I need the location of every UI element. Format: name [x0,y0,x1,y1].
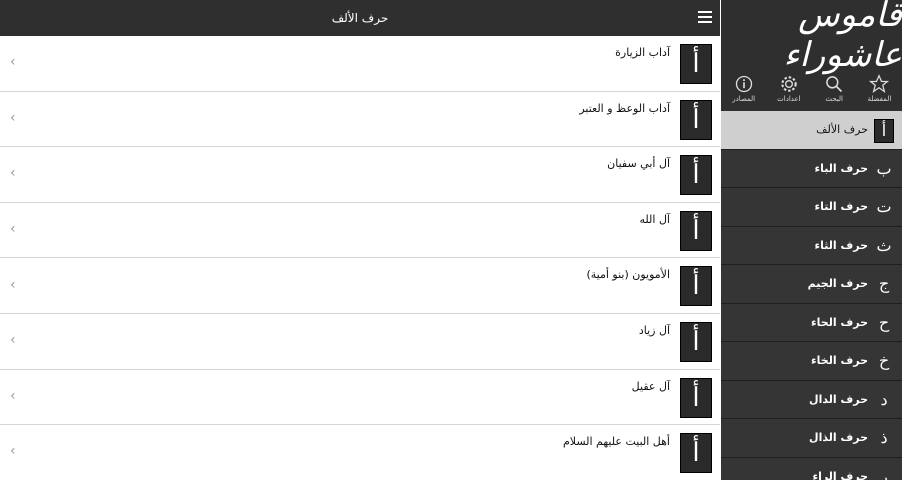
nav-label: حرف الجيم [807,277,868,290]
chevron-left-icon: ‹ [10,276,16,293]
chevron-left-icon: ‹ [10,165,16,182]
letter-tile: أ [680,321,712,362]
chevron-left-icon: ‹ [10,221,16,238]
nav-letter: ح [878,312,890,332]
search-button[interactable]: البحث [812,70,857,110]
chevron-left-icon: ‹ [10,109,16,126]
icon-toolbar: المفضلة البحث اعدادات المصادر [721,70,902,110]
list-item-label: آداب الوعظ و العتبر [579,101,670,115]
letter-tile: أ [680,433,712,474]
nav-label: حرف الذال [809,431,868,444]
search-icon [826,76,843,93]
letter-tile: أ [680,99,712,140]
nav-letter: د [880,389,888,409]
list-item[interactable]: ‹ أ آداب الزيارة [0,36,720,92]
letter-tile: أ [680,377,712,418]
nav-item-dal[interactable]: د حرف الدال [721,380,902,419]
letter-tile: أ [680,210,712,251]
chevron-left-icon: ‹ [10,54,16,71]
search-label: البحث [825,95,843,103]
star-icon [869,74,890,93]
list-item-label: آل زياد [638,323,670,337]
nav-letter: ب [876,158,892,178]
page-title: حرف الألف [331,11,389,25]
nav-item-ba[interactable]: ب حرف الباء [721,149,902,188]
nav-letter: ث [876,235,892,255]
list-item-label: الأمويون (بنو أمية) [586,268,670,282]
nav-item-tha[interactable]: ث حرف الثاء [721,226,902,265]
list-item[interactable]: ‹ أ آل الله [0,202,720,259]
nav-letter: أ [874,119,894,143]
chevron-left-icon: ‹ [10,443,16,460]
letters-nav: أ حرف الألف ب حرف الباء ت حرف التاء ث حر… [721,111,902,480]
favorites-label: المفضلة [867,95,892,103]
list-item[interactable]: ‹ أ آل عقيل [0,369,720,426]
nav-letter: ج [878,274,890,293]
nav-label: حرف الثاء [814,238,868,252]
list-item[interactable]: ‹ أ أهل البيت عليهم السلام [0,425,720,480]
nav-letter: ذ [880,428,888,447]
logo-text: قاموس عاشوراء [783,0,902,75]
nav-item-thal[interactable]: ذ حرف الذال [721,419,902,458]
nav-item-alef[interactable]: أ حرف الألف [721,111,902,150]
sources-button[interactable]: المصادر [721,70,766,110]
letter-tile: أ [680,155,712,196]
list-item-label: آداب الزيارة [615,46,670,59]
list-item[interactable]: ‹ أ آل أبي سفيان [0,147,720,203]
sources-label: المصادر [732,95,756,103]
settings-label: اعدادات [777,95,801,103]
chevron-left-icon: ‹ [10,332,16,349]
nav-item-jim[interactable]: ج حرف الجيم [721,265,902,304]
hamburger-menu-icon[interactable] [698,11,712,23]
list-item[interactable]: ‹ أ آداب الوعظ و العتبر [0,91,720,148]
entries-list: ‹ أ آداب الزيارة ‹ أ آداب الوعظ و العتبر… [0,36,720,480]
nav-label: حرف الراء [812,469,868,480]
list-item[interactable]: ‹ أ آل زياد [0,313,720,370]
chevron-left-icon: ‹ [10,387,16,404]
app-logo: قاموس عاشوراء [721,0,902,75]
nav-label: حرف الدال [809,392,868,406]
nav-item-ha[interactable]: ح حرف الحاء [721,303,902,342]
list-item-label: أهل البيت عليهم السلام [562,435,670,449]
nav-letter: خ [878,351,890,370]
letter-tile: أ [680,44,712,84]
letter-tile: أ [680,266,712,307]
list-item-label: آل الله [639,212,671,226]
nav-item-ta[interactable]: ت حرف التاء [721,188,902,227]
nav-label: حرف الباء [814,161,868,175]
nav-item-kha[interactable]: خ حرف الخاء [721,342,902,381]
top-bar: حرف الألف [0,0,720,36]
nav-label: حرف الحاء [811,315,868,329]
list-item-label: آل عقيل [631,379,670,393]
nav-letter: ر [880,466,888,480]
nav-item-ra[interactable]: ر حرف الراء [721,457,902,480]
favorites-button[interactable]: المفضلة [857,70,902,110]
sidebar: قاموس عاشوراء المفضلة البحث اعدادات المص… [721,0,902,480]
info-icon [735,75,752,93]
nav-letter: ت [876,197,892,216]
list-item-label: آل أبي سفيان [607,157,670,171]
main-content: حرف الألف ‹ أ آداب الزيارة ‹ أ آداب الوع… [0,0,720,480]
nav-label: حرف التاء [814,200,868,213]
gear-icon [781,76,797,92]
nav-label: حرف الخاء [811,354,868,367]
nav-label: حرف الألف [816,123,868,136]
settings-button[interactable]: اعدادات [766,70,811,110]
list-item[interactable]: ‹ أ الأمويون (بنو أمية) [0,258,720,314]
